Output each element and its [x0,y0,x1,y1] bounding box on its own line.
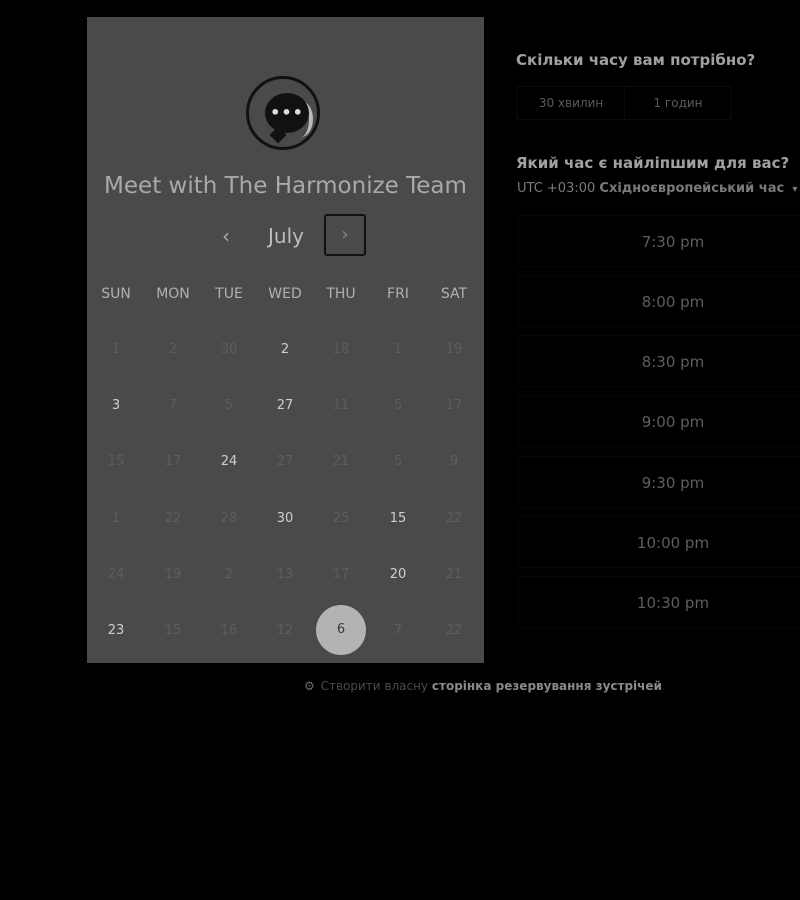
calendar-day: 17 [332,567,350,582]
calendar-day: 2 [168,342,178,357]
timezone-offset: UTC +03:00 [517,181,596,196]
month-label: July [268,224,304,248]
calendar-day: 19 [445,342,463,357]
timezone-selector[interactable]: UTC +03:00 Східноєвропейський час ▾ [517,181,797,196]
calendar-day: 30 [220,342,238,357]
weekday-label: WED [268,286,302,302]
duration-option-30min[interactable]: 30 хвилин [516,86,626,120]
calendar-day: 22 [164,511,182,526]
calendar-day: 12 [276,623,294,638]
calendar-day: 21 [445,567,463,582]
calendar-day[interactable]: 20 [370,567,426,582]
time-slot[interactable]: 8:30 pm [518,335,800,387]
calendar-day: 21 [332,454,350,469]
calendar-day: 1 [393,342,403,357]
calendar-day[interactable]: 30 [257,511,313,526]
selected-day[interactable]: 6 [316,605,366,655]
footer-prefix: Створити власну [320,679,429,693]
calendar-day: 7 [393,623,403,638]
calendar-day: 9 [449,454,459,469]
calendar-day: 5 [393,454,403,469]
time-slot[interactable]: 7:30 pm [518,215,800,267]
calendar-day: 15 [164,623,182,638]
weekday-label: THU [326,286,356,302]
calendar-day[interactable]: 24 [201,454,257,469]
page-title: Meet with The Harmonize Team [104,173,467,199]
calendar-day: 11 [332,398,350,413]
calendar-day[interactable]: 27 [257,398,313,413]
calendar-day: 13 [276,567,294,582]
time-question: Який час є найліпшим для вас? [516,154,790,172]
duration-question: Скільки часу вам потрібно? [516,51,756,69]
weekday-label: FRI [387,286,409,302]
calendar-day: 1 [111,511,121,526]
calendar-day: 5 [393,398,403,413]
calendar-day: 16 [220,623,238,638]
chevron-down-icon: ▾ [792,184,798,195]
calendar-day: 5 [224,398,234,413]
chat-logo-icon: ••• [246,76,320,150]
weekday-label: TUE [215,286,243,302]
calendar-day[interactable]: 23 [88,623,144,638]
weekday-label: SUN [101,286,131,302]
time-slot[interactable]: 10:00 pm [518,516,800,568]
calendar-day: 2 [224,567,234,582]
sprocket-icon: ⚙ [304,679,315,693]
calendar-day: 28 [220,511,238,526]
calendar-day[interactable]: 15 [370,511,426,526]
calendar-day: 15 [107,454,125,469]
calendar-day: 22 [445,511,463,526]
calendar-day: 7 [168,398,178,413]
weekday-label: MON [156,286,190,302]
time-slot[interactable]: 9:30 pm [518,456,800,508]
calendar-day: 18 [332,342,350,357]
time-slot[interactable]: 8:00 pm [518,275,800,327]
calendar-day: 25 [332,511,350,526]
duration-option-1hour[interactable]: 1 годин [624,86,732,120]
previous-month-button[interactable]: ‹ [214,224,238,250]
calendar-day: 22 [445,623,463,638]
footer-attribution: ⚙ Створити власну сторінка резервування … [304,679,662,693]
next-month-button[interactable]: › [324,214,366,256]
time-slot[interactable]: 10:30 pm [518,576,800,628]
timezone-name: Східноєвропейський час [599,181,785,196]
calendar-day: 24 [107,567,125,582]
calendar-day: 19 [164,567,182,582]
calendar-day: 1 [111,342,121,357]
calendar-day: 17 [164,454,182,469]
weekday-label: SAT [440,286,468,302]
calendar-day[interactable]: 2 [257,342,313,357]
create-meeting-page-link[interactable]: сторінка резервування зустрічей [432,679,662,693]
calendar-day: 17 [445,398,463,413]
calendar-day[interactable]: 3 [88,398,144,413]
calendar-day: 27 [276,454,294,469]
time-slot[interactable]: 9:00 pm [518,395,800,447]
